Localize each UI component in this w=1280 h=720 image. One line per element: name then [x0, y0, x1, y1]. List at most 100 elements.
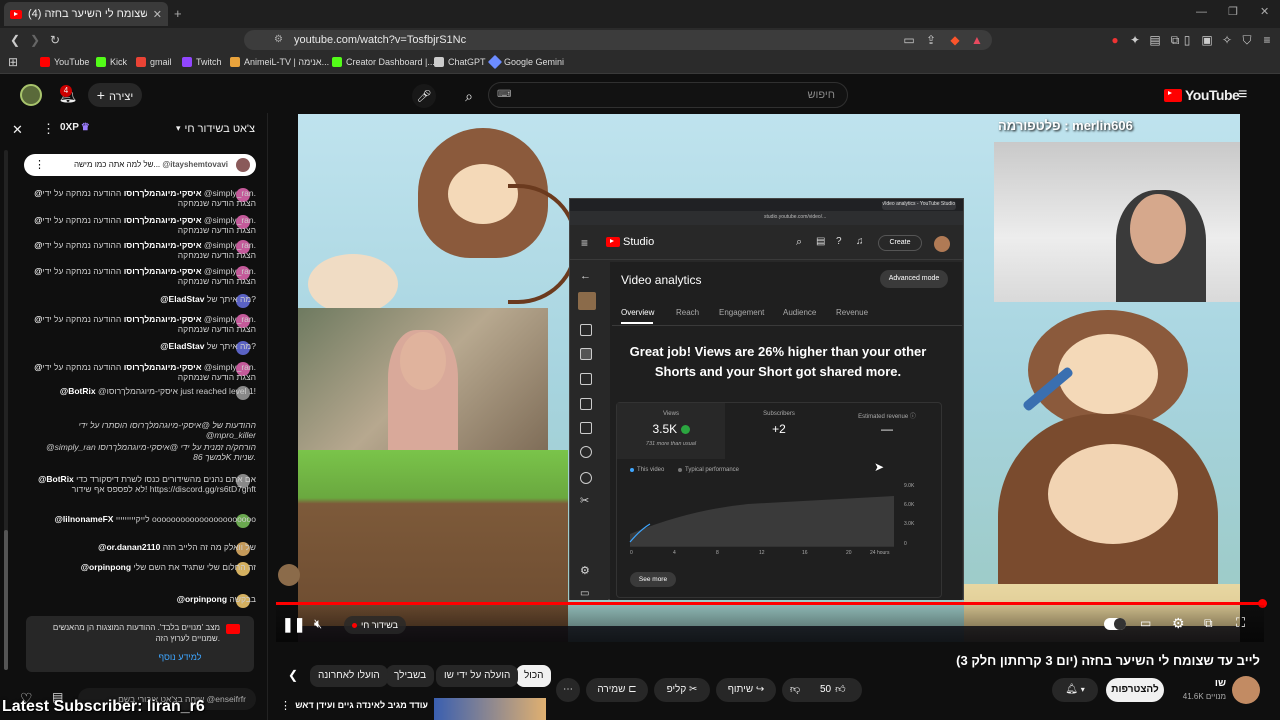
chat-author[interactable]: @BotRix — [60, 386, 96, 396]
keyboard-icon[interactable]: ⌨ — [497, 83, 511, 107]
save-button[interactable]: שמירה ⊏ — [586, 678, 648, 702]
brave-shield-icon[interactable]: ◆ — [948, 33, 962, 47]
dislike-button[interactable]: 👎︎ — [790, 678, 800, 702]
window-close-icon[interactable]: ✕ — [1260, 5, 1269, 18]
bookmark-kick[interactable]: Kick — [96, 57, 127, 67]
chat-text: לייקייייייייי oooooooooooooooooooooo — [115, 514, 256, 524]
settings-icon[interactable]: ⚙ — [1172, 615, 1185, 632]
chat-message[interactable]: @BotRix @איסקי-מיוגהמלךרוסו just reached… — [28, 386, 256, 396]
subtitles-icon[interactable]: ▭ — [1140, 616, 1151, 630]
chat-message[interactable]: @EladStav מה איתך של? — [28, 341, 256, 351]
scrollbar-thumb[interactable] — [4, 530, 8, 670]
chat-close-icon[interactable]: ✕ — [12, 122, 23, 138]
reload-icon[interactable]: ↻ — [48, 33, 62, 47]
chat-title[interactable]: ▾ צ'אט בשידור חי — [176, 123, 255, 135]
live-badge[interactable]: בשידור חי — [344, 616, 407, 634]
chat-message[interactable]: @איסקי-מיוגהמלךרוסו ההודעה נמחקה על ידי … — [28, 240, 256, 260]
notification-bell-button[interactable]: 🔔︎ ▾ — [1052, 678, 1098, 702]
chat-message[interactable]: @איסקי-מיוגהמלךרוסו ההודעה נמחקה על ידי … — [28, 188, 256, 208]
sidebar-icon[interactable]: ▯ — [1180, 33, 1194, 47]
chip-all[interactable]: הכול — [516, 665, 552, 687]
chevron-left-icon[interactable]: ❮ — [288, 668, 298, 682]
pin-more-icon[interactable]: ⋮ — [34, 154, 45, 176]
vpn-icon[interactable]: ⛉ — [1240, 33, 1254, 47]
chat-message[interactable]: @orpinpong בבקשה — [28, 594, 256, 604]
bookmark-chatgpt[interactable]: ChatGPT — [434, 57, 486, 67]
menu-icon[interactable]: ≡ — [1260, 33, 1274, 47]
studio-create-button: Create — [878, 235, 922, 251]
chat-message[interactable]: @lilnonameFX לייקייייייייי ooooooooooooo… — [28, 514, 256, 524]
bookmark-animeil[interactable]: AnimeiL-TV | אנימה... — [230, 57, 329, 67]
chat-author[interactable]: @EladStav — [160, 294, 204, 304]
browser-tab[interactable]: (4) לייב עד שצומח לי השיער בחזה ✕ — [4, 2, 168, 26]
new-tab-icon[interactable]: + — [174, 6, 182, 21]
recommended-thumbnail[interactable] — [434, 698, 546, 720]
create-button[interactable]: + יצירה — [88, 83, 142, 107]
search-input[interactable]: ⌨ חיפוש — [488, 82, 848, 108]
restore-icon[interactable]: ❐ — [1228, 5, 1238, 18]
apps-icon[interactable]: ⊞ — [8, 55, 18, 69]
chat-message[interactable]: @EladStav מה איתך של? — [28, 294, 256, 304]
back-icon[interactable]: ❮ — [8, 33, 22, 47]
bookmark-creator-dashboard[interactable]: Creator Dashboard |... — [332, 57, 435, 67]
recommended-more-icon[interactable]: ⋮ — [280, 699, 291, 712]
pause-button[interactable]: ❚❚ — [282, 616, 305, 633]
share-button[interactable]: שיתוף ↪ — [716, 678, 776, 702]
chat-more-icon[interactable]: ⋮ — [42, 121, 55, 137]
forward-icon[interactable]: ❯ — [28, 33, 42, 47]
minimize-icon[interactable]: — — [1196, 6, 1207, 18]
wallet-icon[interactable]: ▣ — [1200, 33, 1214, 47]
chat-author[interactable]: @lilnonameFX — [55, 514, 114, 524]
bookmark-gmail[interactable]: gmail — [136, 57, 172, 67]
learn-more-link[interactable]: למידע נוסף — [140, 652, 220, 662]
chat-author[interactable]: @BotRix — [38, 474, 74, 484]
bookmark-gemini[interactable]: Google Gemini — [487, 54, 564, 70]
chat-message[interactable]: ההודעות של @איסקי-מיוגהמלךרוסו הוסתרו על… — [28, 420, 256, 440]
guide-menu-icon[interactable]: ≡ — [1238, 86, 1247, 104]
subscribe-button[interactable]: להצטרפות — [1106, 678, 1164, 702]
chat-author[interactable]: @EladStav — [160, 341, 204, 351]
youtube-logo[interactable]: YouTube — [1164, 87, 1240, 103]
share-icon[interactable]: ⇪ — [924, 33, 938, 47]
pinned-message[interactable]: ⋮ של למה אתה כמו מישה... @itayshemtovavi — [24, 154, 256, 176]
chat-message[interactable]: @or.danan2110 של וואלק מה זה הלייב הזה — [28, 542, 256, 552]
chat-message[interactable]: @איסקי-מיוגהמלךרוסו ההודעה נמחקה על ידי … — [28, 215, 256, 235]
miniplayer-icon[interactable]: ⧉ — [1204, 616, 1213, 631]
clip-button[interactable]: קליפ ✂ — [654, 678, 710, 702]
chat-message[interactable]: @איסקי-מיוגהמלךרוסו ההודעה נמחקה על ידי … — [28, 314, 256, 334]
chip-for-you[interactable]: בשבילך — [386, 665, 435, 687]
chat-text: @simply_ran הורחק/ה זמנית על ידי @איסקי-… — [45, 442, 256, 462]
like-button[interactable]: 50 👍︎ — [820, 678, 846, 702]
bookmark-youtube[interactable]: YouTube — [40, 57, 89, 67]
site-info-icon[interactable]: ⚙ — [274, 30, 283, 50]
bookmark-twitch[interactable]: Twitch — [182, 57, 222, 67]
chat-message[interactable]: @איסקי-מיוגהמלךרוסו ההודעה נמחקה על ידי … — [28, 266, 256, 286]
voice-search-button[interactable]: 🎤︎ — [412, 84, 436, 108]
chat-message[interactable]: @איסקי-מיוגהמלךרוסו ההודעה נמחקה על ידי … — [28, 362, 256, 382]
mute-button[interactable]: 🔇︎ — [314, 616, 322, 632]
chat-message[interactable]: @orpinpong זה החלום שלי שתגיד את השם שלי — [28, 562, 256, 572]
address-bar[interactable]: ⚙ youtube.com/watch?v=TosfbjrS1Nc — [244, 30, 992, 50]
avatar[interactable] — [20, 84, 42, 106]
fullscreen-icon[interactable]: ⛶ — [1236, 615, 1245, 631]
channel-avatar[interactable] — [1232, 676, 1260, 704]
chat-author[interactable]: @or.danan2110 — [98, 542, 160, 552]
extension-red-icon[interactable]: ● — [1108, 33, 1122, 47]
chat-message[interactable]: @simply_ran הורחק/ה זמנית על ידי @איסקי-… — [28, 442, 256, 462]
chat-author[interactable]: @orpinpong — [81, 562, 131, 572]
extensions-icon[interactable]: ✦ — [1128, 33, 1142, 47]
more-actions-button[interactable]: ⋯ — [556, 678, 580, 702]
chip-uploaded-by[interactable]: הועלה על ידי שו — [436, 665, 519, 687]
chip-recently-uploaded[interactable]: הועלו לאחרונה — [310, 665, 388, 687]
views-label: Views — [663, 411, 679, 417]
search-button[interactable]: ⌕ — [456, 84, 482, 108]
tab-search-icon[interactable]: ▤ — [1148, 33, 1162, 47]
install-icon[interactable]: ▭ — [902, 33, 916, 47]
ai-sparkle-icon[interactable]: ✧ — [1220, 33, 1234, 47]
chat-message[interactable]: @BotRix אם אתם נהנים מהשידורים כנסו לשרת… — [28, 474, 256, 494]
xp-badge[interactable]: 0XP ♛ — [60, 122, 90, 133]
recommended-title[interactable]: עודד מגיב לאינדה גיים ועידן דאש — [292, 700, 428, 710]
chat-author[interactable]: @orpinpong — [177, 594, 227, 604]
tab-close-icon[interactable]: ✕ — [153, 8, 162, 21]
brave-rewards-icon[interactable]: ▲ — [970, 33, 984, 47]
